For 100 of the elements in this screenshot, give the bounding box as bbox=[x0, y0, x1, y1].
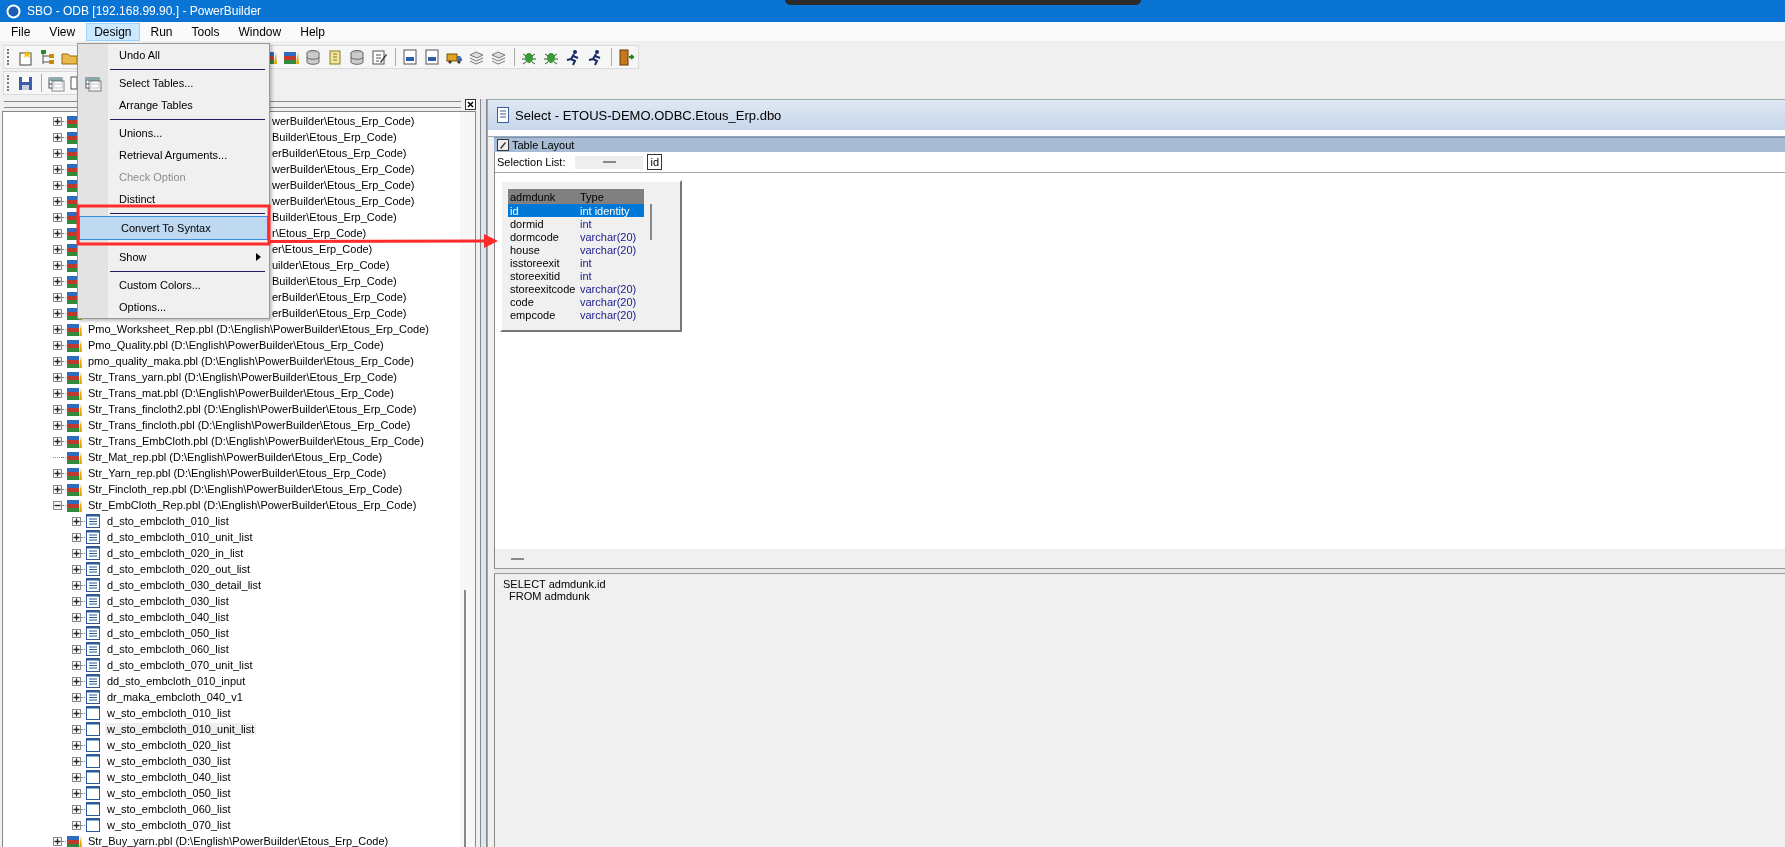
tree-item[interactable]: d_sto_embcloth_030_list bbox=[105, 595, 231, 607]
selection-list-field[interactable] bbox=[575, 155, 644, 169]
menu-item[interactable]: Options... bbox=[78, 296, 269, 318]
tree-item[interactable]: d_sto_embcloth_060_list bbox=[105, 643, 231, 655]
tree-item[interactable]: werBuilder\Etous_Erp_Code) bbox=[270, 163, 417, 175]
table-row[interactable]: dormid int bbox=[508, 217, 644, 230]
expand-icon[interactable] bbox=[53, 836, 62, 846]
tree-item[interactable]: Str_EmbCloth_Rep.pbl (D:\English\PowerBuilder\Etous_Erp_Code) bbox=[86, 499, 419, 511]
expand-icon[interactable] bbox=[72, 612, 81, 622]
tree-item[interactable]: werBuilder\Etous_Erp_Code) bbox=[270, 195, 417, 207]
tree-item[interactable]: dr_maka_embcloth_040_v1 bbox=[105, 691, 245, 703]
expand-icon[interactable] bbox=[53, 212, 62, 222]
expand-icon[interactable] bbox=[53, 180, 62, 190]
tree-item[interactable]: Builder\Etous_Erp_Code) bbox=[270, 211, 399, 223]
table-row[interactable]: storeexitid int bbox=[508, 269, 644, 282]
menu-item[interactable]: Arrange Tables bbox=[78, 94, 269, 116]
tree-item[interactable]: d_sto_embcloth_030_detail_list bbox=[105, 579, 264, 591]
tree-item[interactable]: dd_sto_embcloth_010_input bbox=[105, 675, 248, 687]
tree-item[interactable]: Str_Trans_fincloth.pbl (D:\English\PowerBuilder\Etous_Erp_Code) bbox=[86, 419, 413, 431]
table-card[interactable]: admdunk Type id int identity dormid int dormcode varchar(20) house varchar(20) isstoreexit int storeexitid int storeexitcode varchar(20) code varchar(20) empcode varchar(20) bbox=[500, 180, 682, 332]
menu-item[interactable]: Undo All bbox=[78, 44, 269, 66]
tree-item[interactable]: uilder\Etous_Erp_Code) bbox=[270, 259, 392, 271]
menu-item[interactable]: Window bbox=[230, 22, 290, 41]
tree-item[interactable]: d_sto_embcloth_050_list bbox=[105, 627, 231, 639]
tree-item[interactable]: r\Etous_Erp_Code) bbox=[270, 227, 369, 239]
edit-document-icon[interactable] bbox=[370, 48, 388, 66]
database-icon[interactable] bbox=[348, 48, 366, 66]
close-icon[interactable] bbox=[465, 98, 476, 110]
menu-item[interactable]: Distinct bbox=[78, 188, 269, 210]
tree-item[interactable]: Str_Fincloth_rep.pbl (D:\English\PowerBuilder\Etous_Erp_Code) bbox=[86, 483, 405, 495]
tree-item[interactable]: pmo_quality_maka.pbl (D:\English\PowerBuilder\Etous_Erp_Code) bbox=[86, 355, 416, 367]
tree-item[interactable]: w_sto_embcloth_030_list bbox=[105, 755, 233, 767]
tree-item[interactable]: werBuilder\Etous_Erp_Code) bbox=[270, 179, 417, 191]
tree-item[interactable]: d_sto_embcloth_070_unit_list bbox=[105, 659, 255, 671]
menu-item[interactable]: Tools bbox=[183, 22, 228, 41]
expand-icon[interactable] bbox=[72, 516, 81, 526]
tree-item[interactable]: Pmo_Worksheet_Rep.pbl (D:\English\PowerBuilder\Etous_Erp_Code) bbox=[86, 323, 431, 335]
tree-item[interactable]: Str_Trans_mat.pbl (D:\English\PowerBuilder\Etous_Erp_Code) bbox=[86, 387, 396, 399]
table-row[interactable]: house varchar(20) bbox=[508, 243, 644, 256]
expand-icon[interactable] bbox=[53, 276, 62, 286]
expand-icon[interactable] bbox=[53, 132, 62, 142]
tree-item[interactable]: w_sto_embcloth_020_list bbox=[105, 739, 233, 751]
expand-icon[interactable] bbox=[53, 228, 62, 238]
expand-icon[interactable] bbox=[72, 772, 81, 782]
menu-item[interactable]: Design bbox=[86, 22, 140, 41]
expand-icon[interactable] bbox=[53, 436, 62, 446]
expand-icon[interactable] bbox=[72, 548, 81, 558]
expand-icon[interactable] bbox=[72, 676, 81, 686]
menu-item[interactable]: Select Tables... bbox=[78, 72, 269, 94]
tree-item[interactable]: d_sto_embcloth_020_out_list bbox=[105, 563, 253, 575]
menu-item[interactable]: Retrieval Arguments... bbox=[78, 144, 269, 166]
tree-item[interactable]: werBuilder\Etous_Erp_Code) bbox=[270, 115, 417, 127]
scrollbar-thumb[interactable] bbox=[650, 204, 652, 240]
menu-item[interactable]: File bbox=[3, 22, 39, 41]
expand-icon[interactable] bbox=[72, 580, 81, 590]
tree-item[interactable]: d_sto_embcloth_010_unit_list bbox=[105, 531, 255, 543]
tree-item[interactable]: Str_Yarn_rep.pbl (D:\English\PowerBuilder\Etous_Erp_Code) bbox=[86, 467, 389, 479]
tree-item[interactable]: erBuilder\Etous_Erp_Code) bbox=[270, 147, 409, 159]
menu-item[interactable]: Show bbox=[78, 246, 269, 268]
expand-icon[interactable] bbox=[72, 660, 81, 670]
expand-icon[interactable] bbox=[72, 692, 81, 702]
tree-item[interactable]: d_sto_embcloth_020_in_list bbox=[105, 547, 246, 559]
expand-icon[interactable] bbox=[53, 292, 62, 302]
table-icon[interactable] bbox=[47, 74, 65, 92]
tree-item[interactable]: w_sto_embcloth_070_list bbox=[105, 819, 233, 831]
expand-icon[interactable] bbox=[72, 740, 81, 750]
tree-item[interactable]: w_sto_embcloth_060_list bbox=[105, 803, 233, 815]
menu-item[interactable]: View bbox=[41, 22, 84, 41]
expand-icon[interactable] bbox=[53, 164, 62, 174]
tree-item[interactable]: er\Etous_Erp_Code) bbox=[270, 243, 375, 255]
expand-icon[interactable] bbox=[53, 196, 62, 206]
tree-item[interactable]: erBuilder\Etous_Erp_Code) bbox=[270, 307, 409, 319]
expand-icon[interactable] bbox=[53, 308, 62, 318]
expand-icon[interactable] bbox=[53, 484, 62, 494]
expand-icon[interactable] bbox=[72, 708, 81, 718]
collapse-icon[interactable] bbox=[53, 500, 62, 510]
expand-icon[interactable] bbox=[53, 468, 62, 478]
expand-icon[interactable] bbox=[72, 756, 81, 766]
tree-item[interactable]: Str_Mat_rep.pbl (D:\English\PowerBuilder\Etous_Erp_Code) bbox=[86, 451, 385, 463]
expand-icon[interactable] bbox=[72, 820, 81, 830]
tree-item[interactable]: Str_Trans_fincloth2.pbl (D:\English\PowerBuilder\Etous_Erp_Code) bbox=[86, 403, 419, 415]
menu-item[interactable]: Help bbox=[292, 22, 333, 41]
expand-icon[interactable] bbox=[72, 596, 81, 606]
expand-icon[interactable] bbox=[72, 644, 81, 654]
tree-item[interactable]: Str_Trans_yarn.pbl (D:\English\PowerBuilder\Etous_Erp_Code) bbox=[86, 371, 399, 383]
table-row[interactable]: code varchar(20) bbox=[508, 295, 644, 308]
tree-item[interactable]: w_sto_embcloth_050_list bbox=[105, 787, 233, 799]
tree-item[interactable]: Builder\Etous_Erp_Code) bbox=[270, 131, 399, 143]
tree-item[interactable]: erBuilder\Etous_Erp_Code) bbox=[270, 291, 409, 303]
tree-icon[interactable] bbox=[38, 48, 56, 66]
menu-item[interactable]: Run bbox=[142, 22, 181, 41]
expand-icon[interactable] bbox=[53, 372, 62, 382]
new-document-icon[interactable] bbox=[16, 48, 34, 66]
table-row[interactable]: isstoreexit int bbox=[508, 256, 644, 269]
expand-icon[interactable] bbox=[72, 628, 81, 638]
expand-icon[interactable] bbox=[53, 340, 62, 350]
expand-icon[interactable] bbox=[72, 564, 81, 574]
tree-item[interactable]: Str_Trans_EmbCloth.pbl (D:\English\PowerBuilder\Etous_Erp_Code) bbox=[86, 435, 426, 447]
tree-item[interactable]: w_sto_embcloth_040_list bbox=[105, 771, 233, 783]
expand-icon[interactable] bbox=[53, 388, 62, 398]
